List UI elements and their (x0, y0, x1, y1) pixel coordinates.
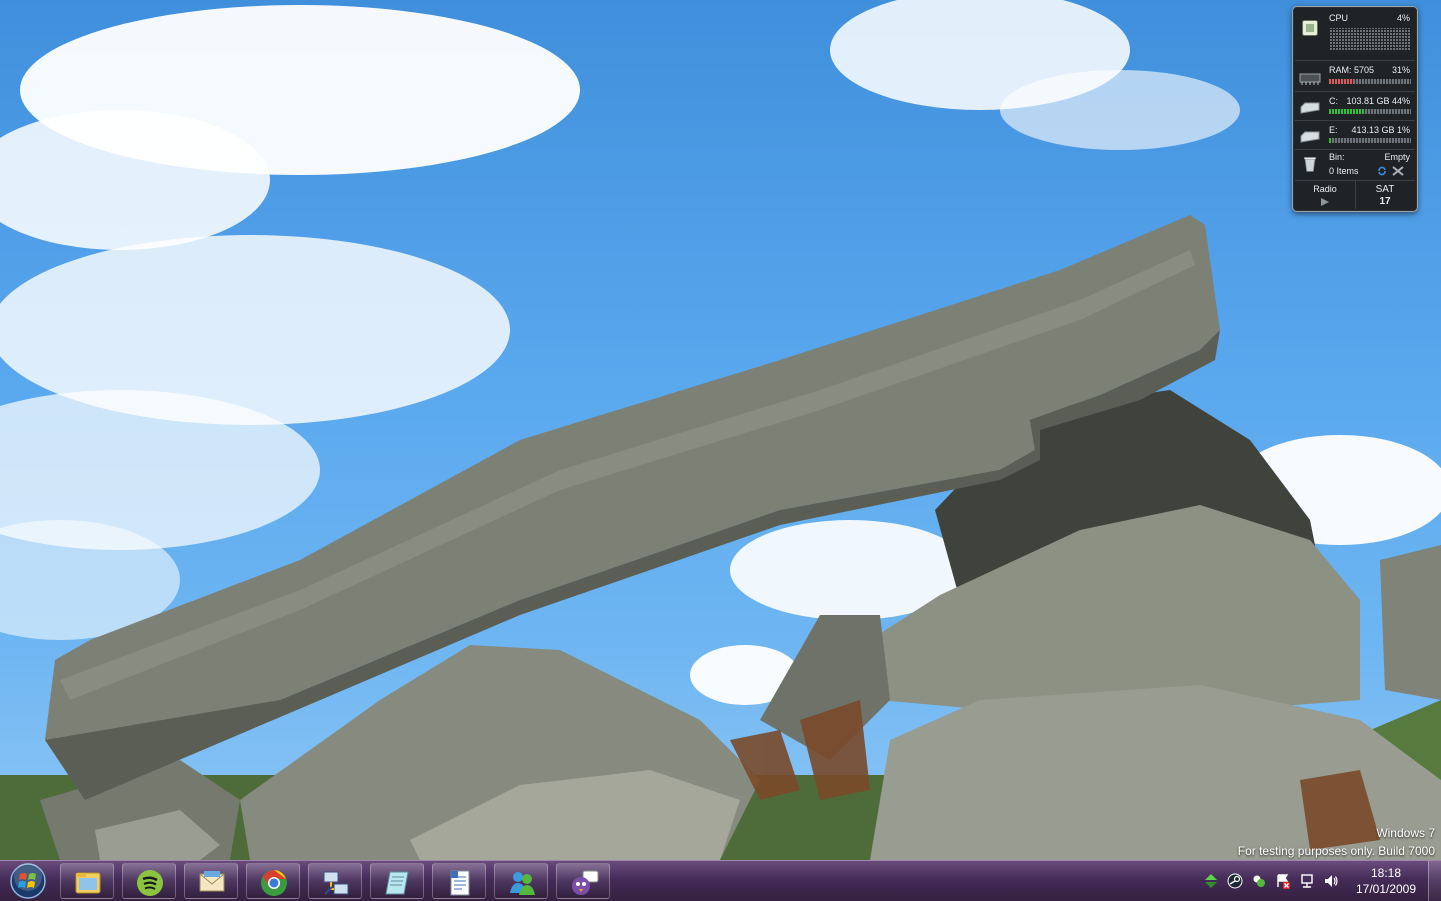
taskbar-button-wordpad[interactable] (432, 863, 486, 899)
cpu-percent: 4% (1396, 13, 1410, 23)
drive-e-label: E: (1329, 125, 1338, 135)
bin-items: 0 Items (1329, 166, 1359, 176)
drive-c-meter: C: 103.81 GB 44% (1295, 92, 1415, 121)
wallpaper-dolmen-image (0, 0, 1441, 860)
network-activity-icon[interactable] (1203, 873, 1219, 889)
taskbar-button-network[interactable] (308, 863, 362, 899)
ram-chip-icon (1299, 73, 1321, 85)
spotify-icon (137, 870, 163, 896)
ram-bar (1329, 79, 1411, 84)
cpu-icon (1302, 20, 1318, 36)
system-monitor-gadget[interactable]: CPU 4% RAM: 5705 31% C: 103.81 GB 44% E:… (1292, 6, 1418, 212)
bin-label: Bin: (1329, 152, 1345, 162)
messenger-icon (510, 872, 535, 895)
start-button[interactable] (2, 861, 54, 901)
network-connection-icon[interactable] (1299, 873, 1315, 889)
ram-bar-fill (1329, 79, 1355, 84)
messenger-tray-icon[interactable] (1251, 873, 1267, 889)
taskbar-button-chrome[interactable] (246, 863, 300, 899)
cpu-label: CPU (1329, 13, 1349, 23)
radio-widget[interactable]: Radio (1295, 181, 1356, 209)
mail-icon (199, 871, 225, 892)
show-desktop-button[interactable] (1428, 861, 1441, 901)
hard-drive-icon (1300, 102, 1320, 114)
taskbar: 18:18 17/01/2009 (0, 860, 1441, 901)
play-icon[interactable] (1320, 197, 1330, 207)
clock-date[interactable]: 17/01/2009 (1353, 882, 1419, 896)
empty-bin-icon[interactable] (1391, 165, 1405, 177)
calendar-day: SAT (1375, 184, 1395, 195)
ram-percent: 31% (1391, 65, 1410, 75)
windows-orb-icon (10, 863, 46, 899)
calendar-widget[interactable]: SAT 17 (1356, 181, 1414, 209)
taskbar-button-explorer[interactable] (60, 863, 114, 899)
bin-status: Empty (1384, 152, 1410, 162)
drive-e-size: 413.13 GB (1351, 125, 1395, 135)
steam-icon[interactable] (1227, 873, 1243, 889)
drive-c-bar (1329, 109, 1411, 114)
drive-e-meter: E: 413.13 GB 1% (1295, 121, 1415, 150)
folder-icon (75, 872, 101, 894)
drive-e-bar-fill (1329, 138, 1331, 143)
ram-meter: RAM: 5705 31% (1295, 61, 1415, 92)
clock-time[interactable]: 18:18 (1353, 866, 1419, 880)
drive-e-info: 413.13 GB 1% (1351, 125, 1410, 135)
action-center-icon[interactable] (1275, 873, 1291, 889)
drive-e-bar (1329, 138, 1411, 143)
refresh-icon[interactable] (1377, 166, 1387, 176)
recycle-bin-meter[interactable]: Bin: Empty 0 Items (1295, 150, 1415, 181)
drive-e-percent: 1% (1396, 125, 1410, 135)
drive-c-label: C: (1329, 96, 1338, 106)
taskbar-button-notepad[interactable] (370, 863, 424, 899)
pidgin-icon (572, 870, 599, 895)
cpu-meter: CPU 4% (1295, 9, 1415, 61)
radio-label: Radio (1313, 184, 1337, 194)
volume-icon[interactable] (1323, 873, 1339, 889)
chrome-icon (261, 870, 287, 896)
drive-c-bar-fill (1329, 109, 1366, 114)
recycle-bin-icon (1304, 157, 1316, 172)
taskbar-button-spotify[interactable] (122, 863, 176, 899)
os-watermark-title: Windows 7 (1376, 826, 1435, 840)
network-icon (323, 871, 349, 895)
notepad-icon (385, 871, 409, 895)
drive-c-info: 103.81 GB 44% (1346, 96, 1410, 106)
taskbar-button-messenger[interactable] (494, 863, 548, 899)
taskbar-button-pidgin[interactable] (556, 863, 610, 899)
taskbar-button-mail[interactable] (184, 863, 238, 899)
ram-label: RAM: 5705 (1329, 65, 1375, 75)
os-watermark-build: For testing purposes only. Build 7000 (1237, 844, 1435, 858)
calendar-date: 17 (1379, 196, 1391, 207)
wordpad-icon (450, 870, 470, 896)
drive-c-size: 103.81 GB (1346, 96, 1390, 106)
hard-drive-icon (1300, 131, 1320, 143)
drive-c-percent: 44% (1391, 96, 1410, 106)
desktop[interactable]: CPU 4% RAM: 5705 31% C: 103.81 GB 44% E:… (0, 0, 1441, 860)
cpu-graph (1329, 28, 1411, 50)
